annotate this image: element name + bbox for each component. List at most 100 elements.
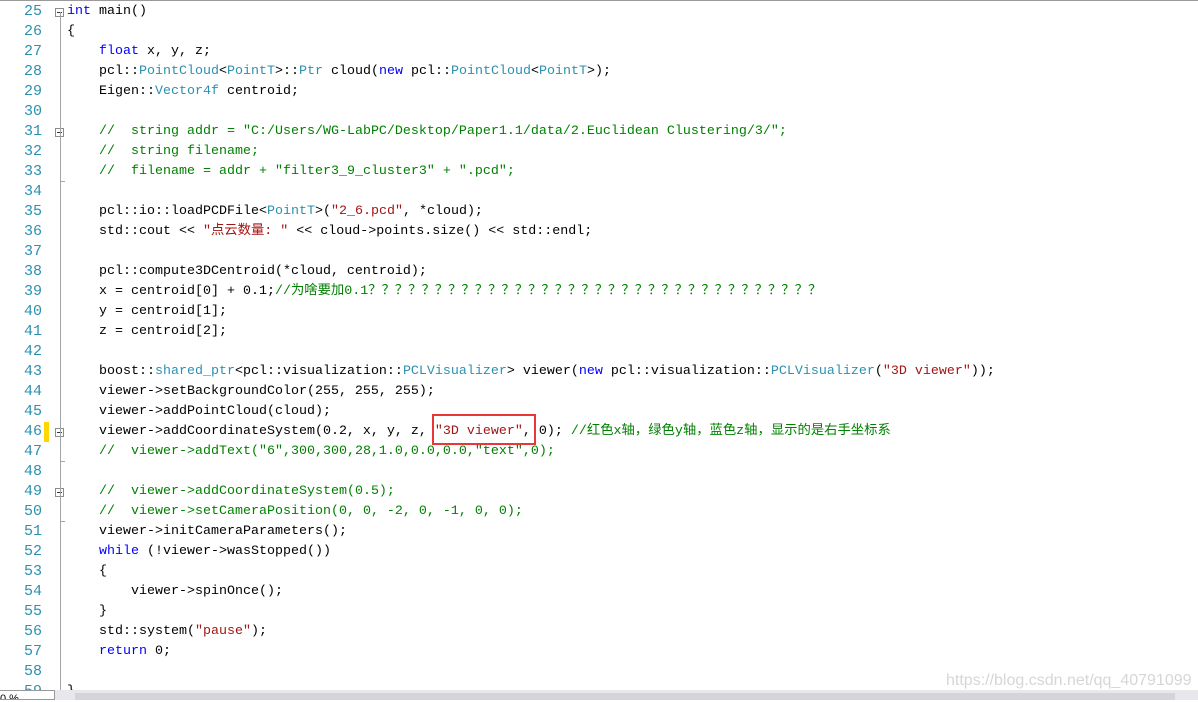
line-number: 43 [23, 363, 42, 380]
code-line[interactable]: 49 // viewer->addCoordinateSystem(0.5); [0, 482, 1198, 502]
code-text: return 0; [67, 642, 171, 662]
code-line[interactable]: 34 [0, 182, 1198, 202]
code-line[interactable]: 45 viewer->addPointCloud(cloud); [0, 402, 1198, 422]
code-token: 0; [147, 644, 171, 659]
code-token: >( [314, 204, 331, 219]
code-line[interactable]: 28 pcl::PointCloud<PointT>::Ptr cloud(ne… [0, 62, 1198, 82]
code-text: Eigen::Vector4f centroid; [67, 82, 299, 102]
code-token: viewer->addCoordinateSystem(0.2, x, y, z… [67, 424, 435, 439]
code-line[interactable]: 51 viewer->initCameraParameters(); [0, 522, 1198, 542]
line-number: 34 [23, 183, 42, 200]
code-line[interactable]: 25 int main() [0, 2, 1198, 22]
code-line[interactable]: 48 [0, 462, 1198, 482]
code-token: Eigen:: [67, 84, 155, 99]
line-number: 41 [23, 323, 42, 340]
code-line[interactable]: 36 std::cout << "点云数量: " << cloud->point… [0, 222, 1198, 242]
code-line[interactable]: 56 std::system("pause"); [0, 622, 1198, 642]
code-line[interactable]: 52 while (!viewer->wasStopped()) [0, 542, 1198, 562]
code-token: // filename = addr + "filter3_9_cluster3… [99, 164, 515, 179]
code-token: "3D viewer" [882, 364, 971, 379]
code-token: PointCloud [138, 64, 219, 79]
code-token: while [99, 544, 139, 559]
watermark: https://blog.csdn.net/qq_40791099 [946, 672, 1192, 689]
code-token: (!viewer->wasStopped()) [139, 544, 331, 559]
code-text: { [67, 22, 75, 42]
code-line[interactable]: 44 viewer->setBackgroundColor(255, 255, … [0, 382, 1198, 402]
code-text: float x, y, z; [67, 42, 211, 62]
line-number: 37 [23, 243, 42, 260]
code-text: } [67, 602, 107, 622]
code-token: "点云数量: " [202, 224, 289, 239]
code-token: Ptr [298, 64, 323, 79]
code-line[interactable]: 31 // string addr = "C:/Users/WG-LabPC/D… [0, 122, 1198, 142]
code-text: // filename = addr + "filter3_9_cluster3… [67, 162, 515, 182]
code-line[interactable]: 33 // filename = addr + "filter3_9_clust… [0, 162, 1198, 182]
code-token: //红色x轴，绿色y轴，蓝色z轴，显示的是右手坐标系 [570, 424, 891, 439]
code-line[interactable]: 55 } [0, 602, 1198, 622]
code-token: ); [250, 624, 267, 639]
code-token: pcl:: [67, 64, 139, 79]
code-token: viewer->spinOnce(); [67, 584, 283, 599]
code-line[interactable]: 50 // viewer->setCameraPosition(0, 0, -2… [0, 502, 1198, 522]
code-text: pcl::io::loadPCDFile<PointT>("2_6.pcd", … [67, 202, 483, 222]
code-text: viewer->addPointCloud(cloud); [67, 402, 331, 422]
line-number: 32 [23, 143, 42, 160]
line-number: 38 [23, 263, 42, 280]
code-line[interactable]: 29 Eigen::Vector4f centroid; [0, 82, 1198, 102]
code-line[interactable]: 40 y = centroid[1]; [0, 302, 1198, 322]
code-line[interactable]: 41 z = centroid[2]; [0, 322, 1198, 342]
line-number: 53 [23, 563, 42, 580]
code-text: y = centroid[1]; [67, 302, 227, 322]
code-line[interactable]: 43 boost::shared_ptr<pcl::visualization:… [0, 362, 1198, 382]
code-line[interactable]: 54 viewer->spinOnce(); [0, 582, 1198, 602]
code-line[interactable]: 35 pcl::io::loadPCDFile<PointT>("2_6.pcd… [0, 202, 1198, 222]
code-line[interactable]: 38 pcl::compute3DCentroid(*cloud, centro… [0, 262, 1198, 282]
code-text: // string addr = "C:/Users/WG-LabPC/Desk… [67, 122, 787, 142]
code-token: < [530, 64, 539, 79]
code-line[interactable]: 42 [0, 342, 1198, 362]
code-token: x = centroid[0] + 0.1; [67, 284, 275, 299]
code-line[interactable]: 26 { [0, 22, 1198, 42]
code-token: // viewer->addCoordinateSystem(0.5); [99, 484, 395, 499]
code-token: >); [586, 64, 611, 79]
line-number: 55 [23, 603, 42, 620]
line-number: 49 [23, 483, 42, 500]
line-number: 50 [23, 503, 42, 520]
annotation-highlight-box [432, 414, 536, 445]
code-token: ( [874, 364, 883, 379]
line-number: 44 [23, 383, 42, 400]
code-text: // viewer->addText("6",300,300,28,1.0,0.… [67, 442, 555, 462]
line-number: 27 [23, 43, 42, 60]
zoom-level-dropdown[interactable]: 0 % [0, 690, 55, 700]
code-token: { [67, 24, 75, 39]
code-token: "2_6.pcd" [330, 204, 403, 219]
code-token: <pcl::visualization:: [234, 364, 403, 379]
code-line[interactable]: 37 [0, 242, 1198, 262]
code-token: , *cloud); [402, 204, 483, 219]
code-token: > viewer( [506, 364, 579, 379]
code-line[interactable]: 39 x = centroid[0] + 0.1;//为啥要加0.1？？？？？？… [0, 282, 1198, 302]
code-token: pcl::io::loadPCDFile< [67, 204, 267, 219]
code-text: viewer->setBackgroundColor(255, 255, 255… [67, 382, 435, 402]
code-line[interactable]: 30 [0, 102, 1198, 122]
line-number: 39 [23, 283, 42, 300]
code-token: PointCloud [450, 64, 531, 79]
code-line[interactable]: 57 return 0; [0, 642, 1198, 662]
code-line[interactable]: 53 { [0, 562, 1198, 582]
code-line[interactable]: 27 float x, y, z; [0, 42, 1198, 62]
line-number: 51 [23, 523, 42, 540]
horizontal-scrollbar[interactable] [55, 690, 1198, 700]
code-token: // viewer->setCameraPosition(0, 0, -2, 0… [99, 504, 523, 519]
line-number: 47 [23, 443, 42, 460]
code-token: { [67, 564, 107, 579]
line-number: 33 [23, 163, 42, 180]
scrollbar-thumb[interactable] [75, 693, 1175, 700]
code-line[interactable]: 47 // viewer->addText("6",300,300,28,1.0… [0, 442, 1198, 462]
code-text: pcl::PointCloud<PointT>::Ptr cloud(new p… [67, 62, 611, 82]
code-token: } [67, 604, 107, 619]
fold-end-marker [60, 181, 65, 182]
code-line[interactable]: 46 viewer->addCoordinateSystem(0.2, x, y… [0, 422, 1198, 442]
code-line[interactable]: 32 // string filename; [0, 142, 1198, 162]
